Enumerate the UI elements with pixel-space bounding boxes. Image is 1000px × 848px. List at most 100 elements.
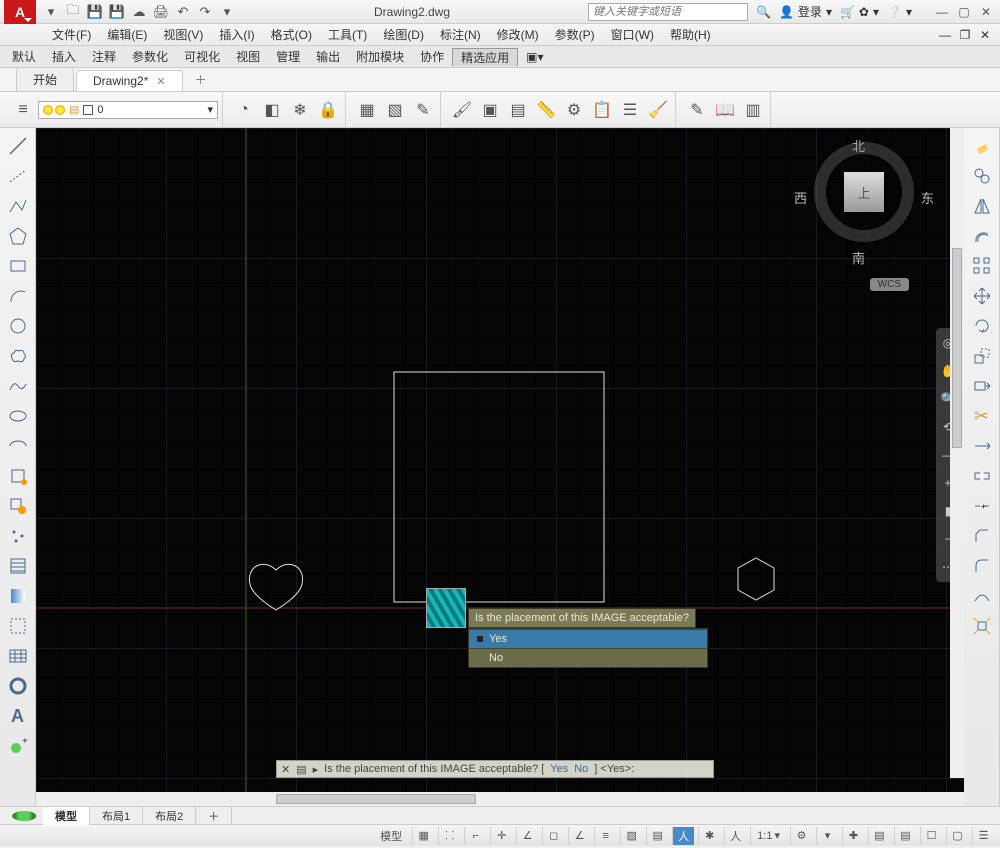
doc-restore-button[interactable]: ❐ — [956, 28, 974, 42]
utilities-icon[interactable]: ⚙ — [561, 97, 587, 123]
status-trans-icon[interactable]: ▨ — [620, 827, 642, 845]
tab-layout1[interactable]: 布局1 — [90, 807, 143, 825]
menu-draw[interactable]: 绘图(D) — [375, 26, 432, 43]
menu-dimension[interactable]: 标注(N) — [432, 26, 489, 43]
signin-icon[interactable]: 👤 — [779, 5, 794, 19]
status-annoscale-icon[interactable]: 人 — [724, 827, 746, 845]
ribbon-tab-default[interactable]: 默认 — [4, 48, 44, 65]
circle-icon[interactable] — [4, 312, 32, 340]
mtext-icon[interactable]: A — [4, 702, 32, 730]
chamfer-icon[interactable] — [968, 522, 996, 550]
viewcube[interactable]: 北 上 西 东 南 — [804, 142, 924, 282]
ribbon-tab-visualize[interactable]: 可视化 — [176, 48, 228, 65]
ribbon-tab-addins[interactable]: 附加模块 — [348, 48, 412, 65]
ribbon-tab-view[interactable]: 视图 — [228, 48, 268, 65]
status-custom-icon[interactable]: ☰ — [972, 827, 994, 845]
add-layout-button[interactable]: ＋ — [196, 807, 232, 825]
join-icon[interactable]: + — [968, 492, 996, 520]
help-search-input[interactable] — [588, 3, 748, 21]
drawing-canvas[interactable]: 北 上 西 东 南 WCS ◎ ✋ 🔍 ⟲ — + ▮ − ⋯ — [36, 128, 964, 792]
extend-icon[interactable] — [968, 432, 996, 460]
close-tab-icon[interactable]: ✕ — [156, 75, 165, 88]
layer-properties-icon[interactable]: ≡ — [10, 97, 36, 123]
status-model[interactable]: 模型 — [374, 827, 408, 845]
hatch-icon[interactable] — [4, 552, 32, 580]
insert-block-icon[interactable] — [4, 462, 32, 490]
ribbon-tab-collab[interactable]: 协作 — [412, 48, 452, 65]
layer-lock-icon[interactable]: 🔒 — [315, 97, 341, 123]
menu-file[interactable]: 文件(F) — [44, 26, 99, 43]
layer-freeze-icon[interactable]: ❄ — [287, 97, 313, 123]
viewcube-top[interactable]: 上 — [844, 172, 884, 212]
add-tab-button[interactable]: ＋ — [185, 68, 217, 91]
move-icon[interactable] — [968, 282, 996, 310]
block-insert-icon[interactable]: ▦ — [354, 97, 380, 123]
plot-icon[interactable]: 🖨 — [152, 3, 170, 21]
line-icon[interactable] — [4, 132, 32, 160]
erase-icon[interactable] — [968, 132, 996, 160]
menu-modify[interactable]: 修改(M) — [489, 26, 547, 43]
ellipse-icon[interactable] — [4, 402, 32, 430]
status-lwt-icon[interactable]: ≡ — [594, 827, 616, 845]
web-open-icon[interactable]: ☁ — [130, 3, 148, 21]
ribbon-tab-featured[interactable]: 精选应用 — [452, 48, 518, 66]
ungroup-icon[interactable]: ▤ — [505, 97, 531, 123]
search-go-icon[interactable]: 🔍 — [756, 5, 771, 19]
status-ws-dd-icon[interactable]: ▾ — [816, 827, 838, 845]
stretch-icon[interactable] — [968, 372, 996, 400]
ribbon-tab-annotate[interactable]: 注释 — [84, 48, 124, 65]
menu-window[interactable]: 窗口(W) — [603, 26, 662, 43]
rectangle-icon[interactable] — [4, 252, 32, 280]
maximize-button[interactable]: ▢ — [954, 4, 974, 20]
cmd-history-icon[interactable]: ▤ — [296, 763, 306, 776]
doc-close-button[interactable]: ✕ — [976, 28, 994, 42]
blend-icon[interactable] — [968, 582, 996, 610]
layout-icon[interactable]: ▥ — [740, 97, 766, 123]
break-icon[interactable] — [968, 462, 996, 490]
ribbon-tab-output[interactable]: 输出 — [308, 48, 348, 65]
scale-icon[interactable] — [968, 342, 996, 370]
make-block-icon[interactable] — [4, 492, 32, 520]
status-mon-icon[interactable]: ✚ — [842, 827, 864, 845]
region-icon[interactable] — [4, 612, 32, 640]
construction-line-icon[interactable] — [4, 162, 32, 190]
saveas-icon[interactable]: 💾 — [108, 3, 126, 21]
status-isodraft-icon[interactable]: ∠ — [516, 827, 538, 845]
status-otrack-icon[interactable]: ∠ — [568, 827, 590, 845]
menu-param[interactable]: 参数(P) — [547, 26, 603, 43]
gradient-icon[interactable] — [4, 582, 32, 610]
app-menu-icon[interactable]: A — [4, 0, 36, 24]
minimize-button[interactable]: — — [932, 4, 952, 20]
save-icon[interactable]: 💾 — [86, 3, 104, 21]
status-clean-icon[interactable]: ▢ — [946, 827, 968, 845]
layer-caret-icon[interactable]: ▾ — [207, 103, 213, 116]
point-icon[interactable] — [4, 522, 32, 550]
qat-more-icon[interactable]: ▾ — [218, 3, 236, 21]
doc-tab-start[interactable]: 开始 — [16, 67, 74, 91]
horizontal-scrollbar[interactable] — [36, 792, 964, 806]
status-annomon-icon[interactable]: 人 — [672, 827, 694, 845]
status-grid-icon[interactable]: ▦ — [412, 827, 434, 845]
block-create-icon[interactable]: ▧ — [382, 97, 408, 123]
ribbon-tab-insert[interactable]: 插入 — [44, 48, 84, 65]
menu-edit[interactable]: 编辑(E) — [99, 26, 155, 43]
block-edit-icon[interactable]: ✎ — [410, 97, 436, 123]
status-cycle-icon[interactable]: ▤ — [646, 827, 668, 845]
prompt-option-yes[interactable]: Yes — [469, 629, 707, 648]
layer-combo[interactable]: ▤ 0 ▾ — [38, 101, 218, 119]
menu-tools[interactable]: 工具(T) — [320, 26, 375, 43]
menu-view[interactable]: 视图(V) — [155, 26, 211, 43]
explode-icon[interactable] — [968, 612, 996, 640]
properties-icon[interactable]: ☰ — [617, 97, 643, 123]
command-line[interactable]: ✕ ▤ ▸ Is the placement of this IMAGE acc… — [276, 760, 714, 778]
match-prop-icon[interactable]: 🖌 — [449, 97, 475, 123]
doc-tab-drawing2[interactable]: Drawing2*✕ — [76, 70, 183, 91]
help-caret-icon[interactable]: ▾ — [906, 5, 912, 19]
offset-icon[interactable] — [968, 222, 996, 250]
menu-insert[interactable]: 插入(I) — [211, 26, 262, 43]
open-icon[interactable]: 🗀 — [64, 3, 82, 21]
status-ortho-icon[interactable]: ⌐ — [464, 827, 486, 845]
app-store-icon[interactable]: ✿ — [859, 5, 869, 19]
store-caret-icon[interactable]: ▾ — [873, 5, 879, 19]
menu-help[interactable]: 帮助(H) — [662, 26, 719, 43]
